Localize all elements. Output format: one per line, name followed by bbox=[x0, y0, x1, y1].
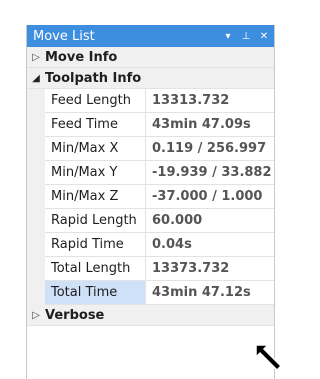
property-name: Min/Max Y bbox=[45, 161, 146, 185]
property-value: 0.04s bbox=[146, 233, 274, 257]
dropdown-icon[interactable]: ▾ bbox=[220, 28, 236, 44]
property-value: 0.119 / 256.997 bbox=[146, 137, 274, 161]
panel-titlebar: Move List ▾ ⊥ ✕ bbox=[27, 25, 274, 47]
property-name: Rapid Length bbox=[45, 209, 146, 233]
property-row-total-length[interactable]: Total Length 13373.732 bbox=[27, 257, 274, 281]
section-label: Move Info bbox=[45, 49, 118, 65]
property-value: 13373.732 bbox=[146, 257, 274, 281]
arrow-cursor-icon bbox=[255, 344, 283, 372]
property-name: Total Time bbox=[45, 281, 146, 305]
property-value: 43min 47.09s bbox=[146, 113, 274, 137]
property-row-feed-time[interactable]: Feed Time 43min 47.09s bbox=[27, 113, 274, 137]
property-name: Rapid Time bbox=[45, 233, 146, 257]
property-row-rapid-time[interactable]: Rapid Time 0.04s bbox=[27, 233, 274, 257]
property-row-min-max-y[interactable]: Min/Max Y -19.939 / 33.882 bbox=[27, 161, 274, 185]
panel-title: Move List bbox=[33, 28, 95, 44]
property-value: 13313.732 bbox=[146, 89, 274, 113]
property-name: Min/Max X bbox=[45, 137, 146, 161]
section-label: Toolpath Info bbox=[45, 70, 142, 86]
property-row-rapid-length[interactable]: Rapid Length 60.000 bbox=[27, 209, 274, 233]
section-move-info[interactable]: ▷ Move Info bbox=[27, 47, 274, 68]
property-name: Min/Max Z bbox=[45, 185, 146, 209]
section-verbose[interactable]: ▷ Verbose bbox=[27, 305, 274, 326]
property-name: Feed Length bbox=[45, 89, 146, 113]
property-value: -37.000 / 1.000 bbox=[146, 185, 274, 209]
property-row-min-max-x[interactable]: Min/Max X 0.119 / 256.997 bbox=[27, 137, 274, 161]
move-list-panel: Move List ▾ ⊥ ✕ ▷ Move Info ◢ Toolpath I… bbox=[26, 25, 275, 379]
property-value: 60.000 bbox=[146, 209, 274, 233]
pin-icon[interactable]: ⊥ bbox=[238, 28, 254, 44]
expand-arrow-icon[interactable]: ▷ bbox=[27, 310, 45, 321]
property-value: 43min 47.12s bbox=[146, 281, 274, 305]
close-icon[interactable]: ✕ bbox=[256, 28, 272, 44]
property-value: -19.939 / 33.882 bbox=[146, 161, 274, 185]
property-row-min-max-z[interactable]: Min/Max Z -37.000 / 1.000 bbox=[27, 185, 274, 209]
property-name: Total Length bbox=[45, 257, 146, 281]
section-label: Verbose bbox=[45, 307, 105, 323]
property-row-feed-length[interactable]: Feed Length 13313.732 bbox=[27, 89, 274, 113]
expand-arrow-icon[interactable]: ▷ bbox=[27, 52, 45, 63]
property-name: Feed Time bbox=[45, 113, 146, 137]
collapse-arrow-icon[interactable]: ◢ bbox=[27, 73, 45, 84]
property-row-total-time[interactable]: Total Time 43min 47.12s bbox=[27, 281, 274, 305]
section-toolpath-info[interactable]: ◢ Toolpath Info bbox=[27, 68, 274, 89]
